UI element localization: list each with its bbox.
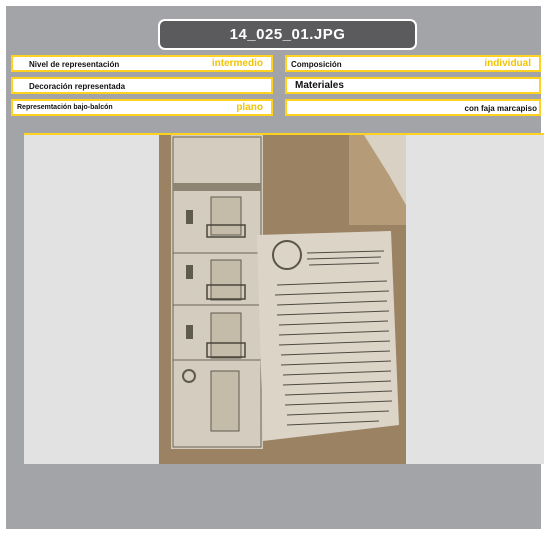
field-label: Nivel de representación <box>29 60 120 69</box>
field-materiales: Materiales <box>285 77 541 94</box>
field-label: Decoración representada <box>29 82 126 91</box>
field-faja-marcapiso: con faja marcapiso <box>285 99 541 116</box>
field-decoracion-representada: Decoración representada <box>11 77 273 94</box>
field-value: plano <box>236 102 263 113</box>
field-representacion-bajo-balcon: Represemtación bajo-balcón plano <box>11 99 273 116</box>
field-label: Composición <box>291 60 342 69</box>
image-title: 14_025_01.JPG <box>158 19 417 50</box>
field-value: individual <box>484 58 531 69</box>
field-nivel-representacion: Nivel de representación intermedio <box>11 55 273 72</box>
field-label: Represemtación bajo-balcón <box>17 104 113 111</box>
document-photo-graphic <box>159 135 406 464</box>
document-photo <box>159 135 406 464</box>
field-label: Materiales <box>295 80 344 91</box>
field-composicion: Composición individual <box>285 55 541 72</box>
image-viewer <box>24 133 544 464</box>
field-value: con faja marcapiso <box>464 104 537 113</box>
image-title-text: 14_025_01.JPG <box>229 26 346 43</box>
field-value: intermedio <box>211 58 263 69</box>
